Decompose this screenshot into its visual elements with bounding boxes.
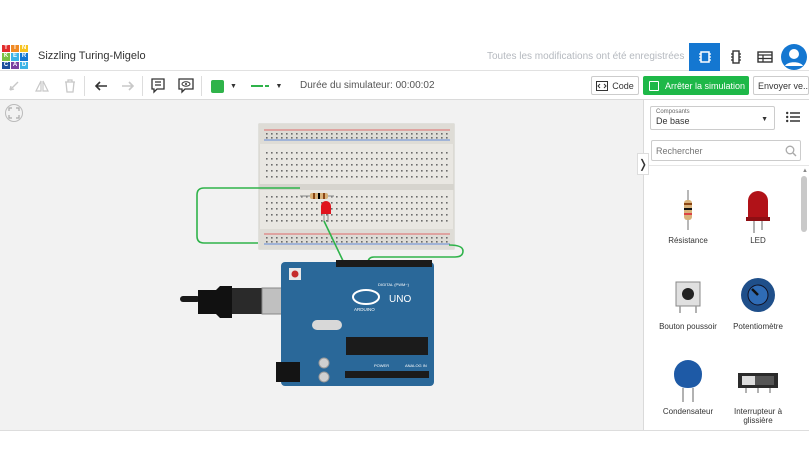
resistor-icon xyxy=(684,190,692,230)
toolbar-divider xyxy=(201,76,202,96)
line-style-picker[interactable]: ▼ xyxy=(247,76,285,96)
led-icon xyxy=(746,191,770,233)
edit-toolbar: ▼ ▼ Durée du simulateur: 00:00:02 Code A… xyxy=(0,72,809,100)
component-potentiometer[interactable]: Potentiomètre xyxy=(722,270,794,331)
component-led[interactable]: LED xyxy=(722,184,794,245)
list-icon xyxy=(786,111,800,123)
flip-button[interactable] xyxy=(33,76,51,96)
logo-cell: C xyxy=(2,61,10,69)
digital-header-text: DIGITAL (PWM~) xyxy=(378,282,410,287)
tinkercad-logo[interactable]: T I N K E R C A D xyxy=(2,45,28,69)
note-icon xyxy=(151,78,165,94)
component-icon xyxy=(730,50,741,64)
rotate-icon xyxy=(9,81,19,91)
code-button[interactable]: Code xyxy=(591,76,639,95)
stop-simulation-label: Arrêter la simulation xyxy=(665,80,746,91)
table-icon xyxy=(756,51,773,63)
redo-button[interactable] xyxy=(119,76,137,96)
power-header-text: POWER xyxy=(374,363,389,368)
logo-cell: I xyxy=(11,45,19,53)
toolbar-divider xyxy=(84,76,85,96)
logo-cell: A xyxy=(11,61,19,69)
trash-icon xyxy=(65,79,75,93)
schematic-view-button[interactable] xyxy=(749,43,780,71)
panel-scrollbar[interactable] xyxy=(801,176,807,232)
search-icon xyxy=(785,144,797,162)
arduino-uno-board[interactable]: UNO ARDUINO DIGITAL (PWM~) POWER ANALOG … xyxy=(276,260,434,386)
eye-comment-icon xyxy=(178,78,194,94)
breadboard[interactable] xyxy=(258,123,455,250)
scroll-up-arrow[interactable]: ▲ xyxy=(802,168,808,174)
circuit-canvas[interactable]: UNO ARDUINO DIGITAL (PWM~) POWER ANALOG … xyxy=(0,100,643,430)
brand-bar: T I N K E R C A D Sizzling Turing-Migelo… xyxy=(0,43,809,71)
panel-divider xyxy=(644,165,809,166)
slide-switch-icon xyxy=(738,373,778,393)
chevron-down-icon: ▼ xyxy=(761,116,768,123)
stop-simulation-button[interactable]: Arrêter la simulation xyxy=(643,76,749,95)
chevron-down-icon: ▼ xyxy=(230,82,237,90)
code-label: Code xyxy=(612,80,634,91)
component-capacitor[interactable]: Condensateur xyxy=(652,355,724,416)
component-label: Potentiomètre xyxy=(733,322,783,331)
capacitor-icon xyxy=(674,360,702,402)
component-label: LED xyxy=(750,236,766,245)
component-label: Condensateur xyxy=(662,407,714,416)
potentiometer-icon xyxy=(741,278,775,312)
code-icon xyxy=(596,80,609,91)
flip-icon xyxy=(35,80,49,92)
logo-cell: T xyxy=(2,45,10,53)
component-label: Interrupteur à glissière xyxy=(733,407,783,425)
logo-cell: K xyxy=(2,53,10,61)
color-swatch xyxy=(211,79,225,93)
pushbutton-icon xyxy=(675,281,701,313)
code-view-button[interactable] xyxy=(720,43,751,71)
toolbar-divider xyxy=(142,76,143,96)
undo-icon xyxy=(94,81,107,91)
comment-visibility-button[interactable] xyxy=(177,76,195,96)
logo-cell: D xyxy=(20,61,28,69)
component-label: Bouton poussoir xyxy=(659,322,717,331)
board-maker-text: ARDUINO xyxy=(354,307,375,312)
components-panel: Composants De base ▼ ▲ Résistance LED Bo… xyxy=(643,100,809,430)
component-pushbutton[interactable]: Bouton poussoir xyxy=(652,270,724,331)
user-avatar[interactable] xyxy=(781,44,807,70)
component-search-input[interactable] xyxy=(651,140,801,161)
logo-cell: N xyxy=(20,45,28,53)
status-bar xyxy=(0,430,809,455)
component-label: Résistance xyxy=(668,236,708,245)
circuit-drawing: UNO ARDUINO DIGITAL (PWM~) POWER ANALOG … xyxy=(180,123,464,386)
simulator-duration: Durée du simulateur: 00:00:02 xyxy=(300,80,435,91)
chip-icon xyxy=(698,51,711,63)
panel-toggle-button[interactable]: ❭ xyxy=(637,153,649,175)
analog-header-text: ANALOG IN xyxy=(405,363,427,368)
logo-cell: R xyxy=(20,53,28,61)
rotate-button[interactable] xyxy=(6,76,22,96)
component-category-select[interactable]: Composants De base ▼ xyxy=(650,106,775,130)
category-value: De base xyxy=(656,116,690,126)
saved-status: Toutes les modifications ont été enregis… xyxy=(487,51,685,62)
component-slide-switch[interactable]: Interrupteur à glissière xyxy=(722,355,794,425)
board-model-text: UNO xyxy=(389,294,411,305)
project-title[interactable]: Sizzling Turing-Migelo xyxy=(38,50,146,62)
line-style-icon xyxy=(250,85,269,87)
undo-button[interactable] xyxy=(92,76,110,96)
circuit-view-button[interactable] xyxy=(689,43,720,71)
logo-cell: E xyxy=(11,53,19,61)
send-to-button[interactable]: Envoyer ve... xyxy=(753,76,809,95)
notes-button[interactable] xyxy=(149,76,167,96)
user-icon xyxy=(785,49,803,66)
top-bar: T I N K E R C A D Sizzling Turing-Migelo… xyxy=(0,0,809,72)
stop-icon xyxy=(649,80,659,91)
fill-color-picker[interactable]: ▼ xyxy=(207,76,241,96)
chevron-down-icon: ▼ xyxy=(275,82,283,90)
list-view-button[interactable] xyxy=(786,110,800,128)
delete-button[interactable] xyxy=(62,76,78,96)
usb-cable xyxy=(180,286,285,318)
redo-icon xyxy=(122,81,135,91)
category-caption: Composants xyxy=(656,109,690,115)
chevron-right-icon: ❭ xyxy=(637,157,649,171)
component-resistor[interactable]: Résistance xyxy=(652,184,724,245)
